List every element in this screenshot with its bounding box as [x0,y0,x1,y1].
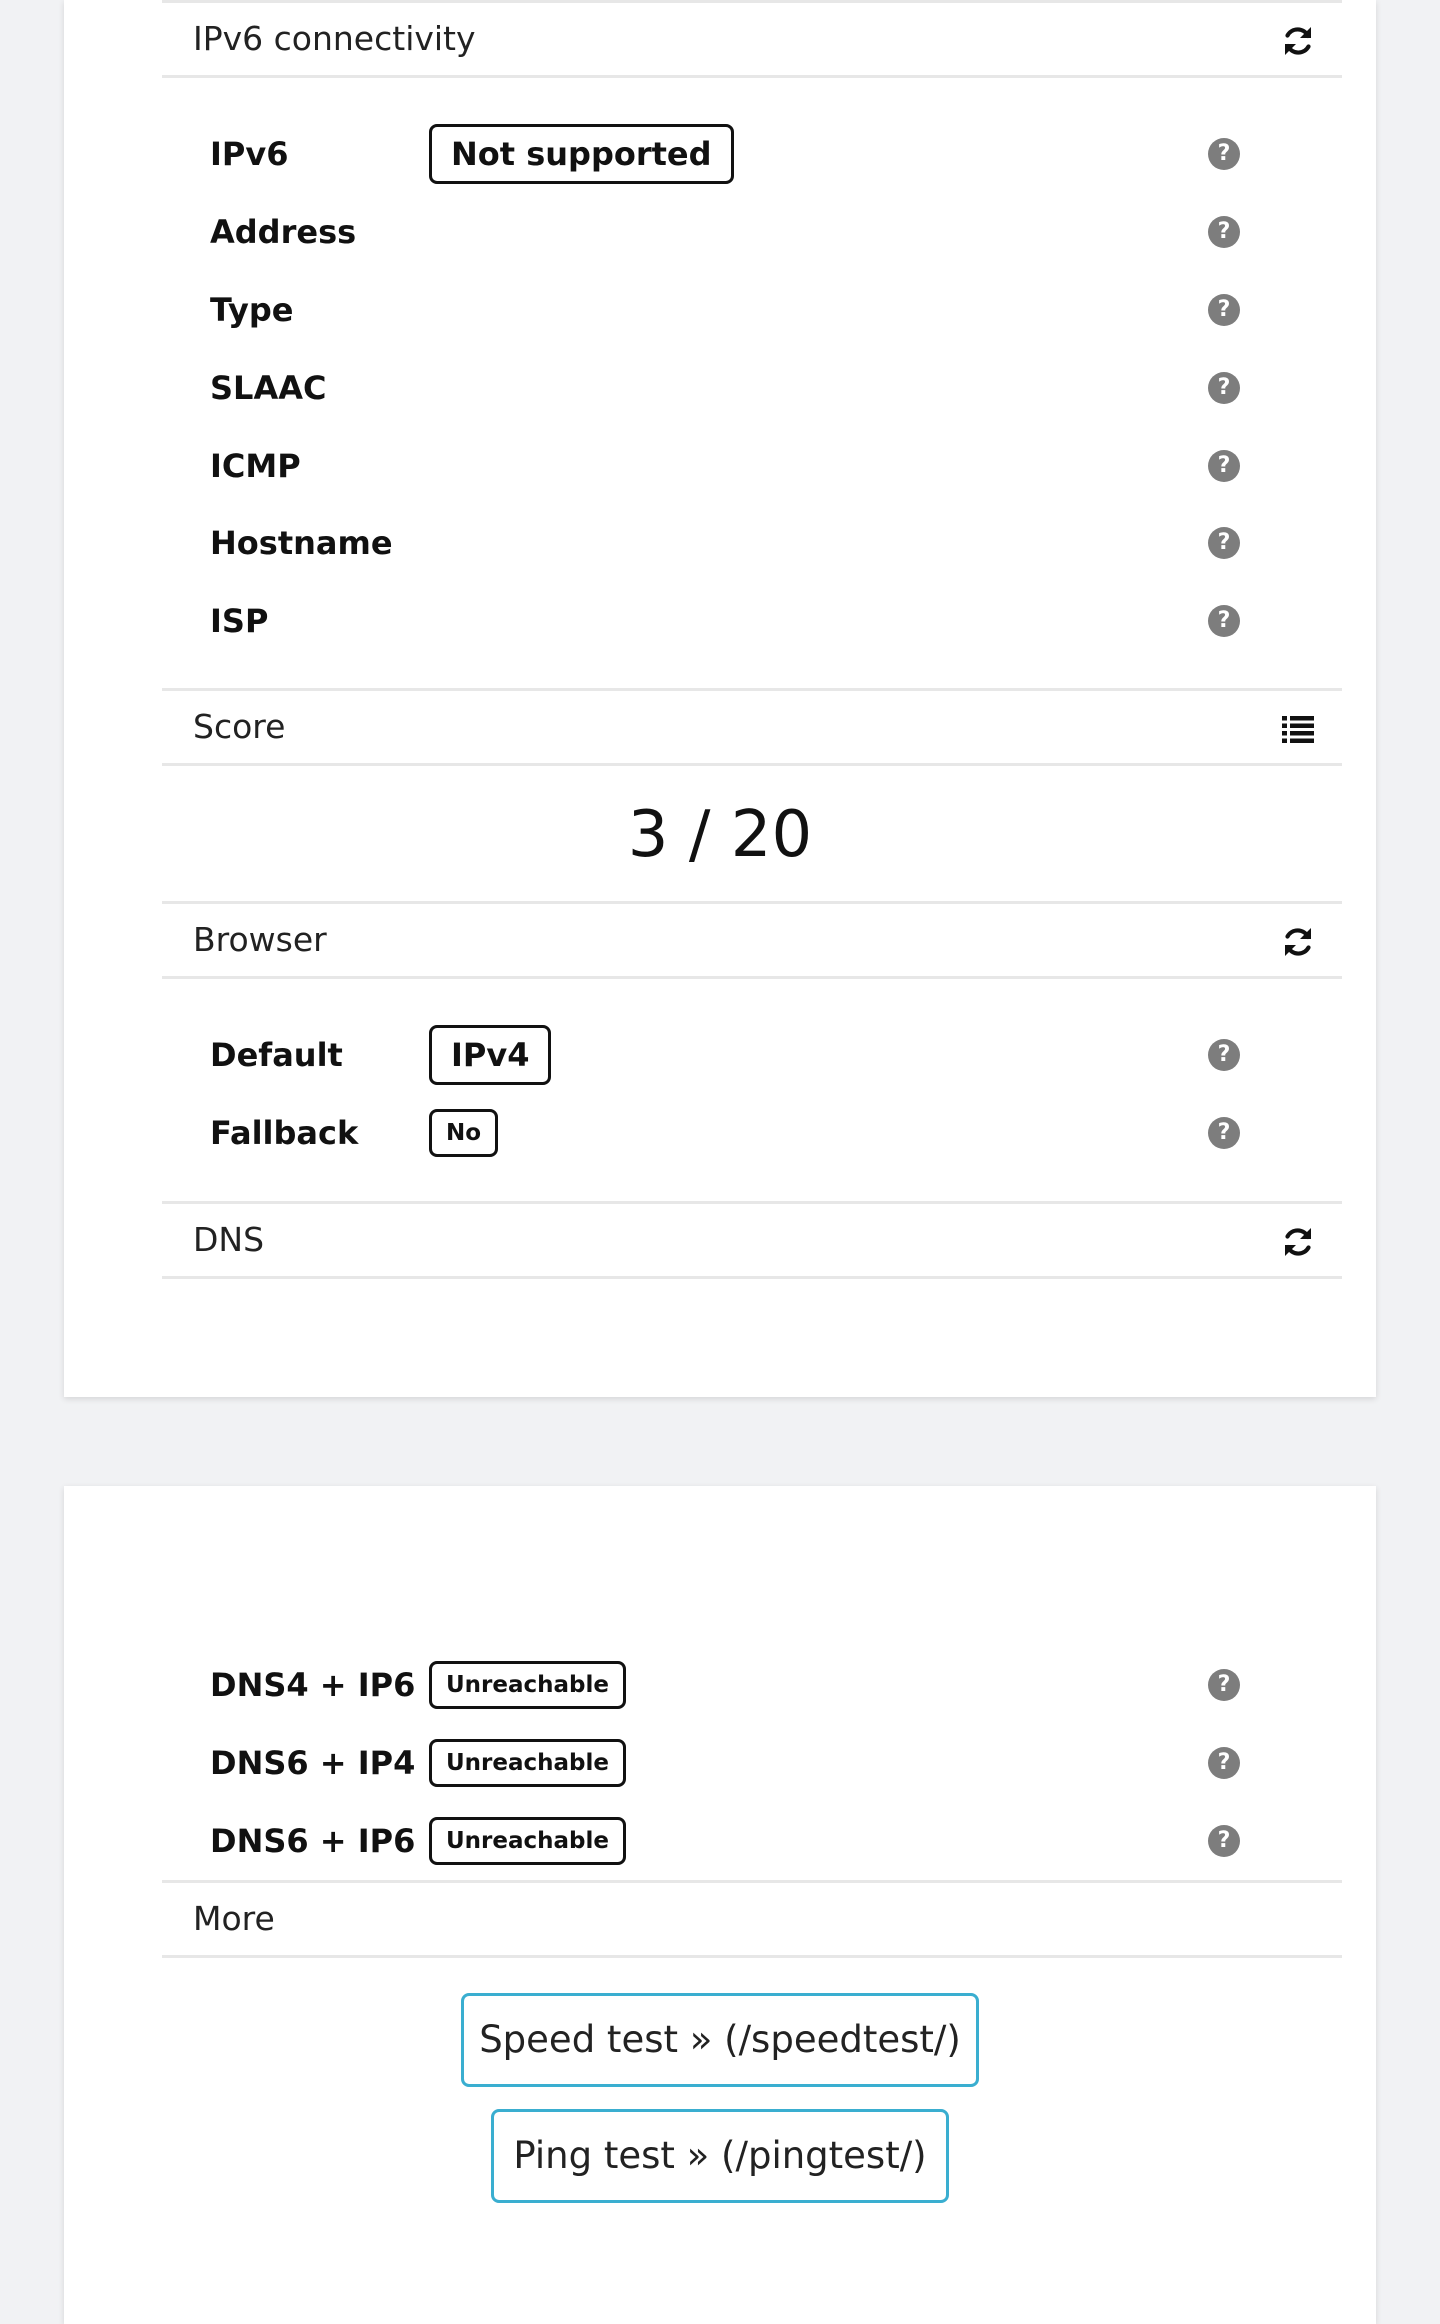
main-card-bottom: DNS4 + IP6 Unreachable ? DNS6 + IP4 Unre… [64,1486,1376,2324]
help-icon[interactable]: ? [1208,216,1240,248]
row-label: Default [210,1036,343,1074]
refresh-icon[interactable] [1280,924,1316,960]
result-row-hostname: Hostname ? [210,513,1270,573]
score-title: Score [193,707,286,746]
help-icon[interactable]: ? [1208,1039,1240,1071]
row-label: Hostname [210,524,393,562]
help-icon[interactable]: ? [1208,1669,1240,1701]
status-badge: Unreachable [429,1739,626,1787]
dns-header: DNS [162,1201,1342,1279]
row-label: SLAAC [210,369,327,407]
row-label: ISP [210,602,269,640]
refresh-icon[interactable] [1280,1224,1316,1260]
status-badge: IPv4 [429,1025,552,1085]
row-label: DNS6 + IP4 [210,1744,416,1782]
dns-title: DNS [193,1220,265,1259]
result-row-type: Type ? [210,280,1270,340]
help-icon[interactable]: ? [1208,605,1240,637]
help-icon[interactable]: ? [1208,138,1240,170]
help-icon[interactable]: ? [1208,527,1240,559]
row-label: IPv6 [210,135,289,173]
help-icon[interactable]: ? [1208,450,1240,482]
browser-title: Browser [193,920,327,959]
result-row-slaac: SLAAC ? [210,358,1270,418]
result-row-address: Address ? [210,202,1270,262]
row-label: ICMP [210,447,301,485]
speed-test-button[interactable]: Speed test » (/speedtest/) [461,1993,979,2087]
score-header: Score [162,688,1342,766]
ping-test-button[interactable]: Ping test » (/pingtest/) [491,2109,949,2203]
refresh-icon[interactable] [1280,23,1316,59]
help-icon[interactable]: ? [1208,294,1240,326]
status-badge: No [429,1109,499,1157]
help-icon[interactable]: ? [1208,1747,1240,1779]
result-row-fallback: Fallback No ? [210,1103,1270,1163]
row-label: Address [210,213,357,251]
result-row-isp: ISP ? [210,591,1270,651]
row-label: DNS4 + IP6 [210,1666,416,1704]
ipv6-connectivity-title: IPv6 connectivity [193,19,476,58]
row-label: DNS6 + IP6 [210,1822,416,1860]
status-badge: Unreachable [429,1661,626,1709]
help-icon[interactable]: ? [1208,372,1240,404]
more-title: More [193,1899,275,1938]
main-card-top: IPv6 connectivity IPv6 Not supported ? A… [64,0,1376,1397]
result-row-dns6-ip4: DNS6 + IP4 Unreachable ? [210,1733,1270,1793]
row-label: Type [210,291,294,329]
status-badge: Not supported [429,124,734,184]
status-badge: Unreachable [429,1817,626,1865]
help-icon[interactable]: ? [1208,1825,1240,1857]
ipv6-connectivity-header: IPv6 connectivity [162,0,1342,78]
result-row-dns6-ip6: DNS6 + IP6 Unreachable ? [210,1811,1270,1871]
score-value: 3 / 20 [627,798,813,872]
row-label: Fallback [210,1114,359,1152]
result-row-dns4-ip6: DNS4 + IP6 Unreachable ? [210,1655,1270,1715]
browser-header: Browser [162,901,1342,979]
result-row-icmp: ICMP ? [210,436,1270,496]
more-header: More [162,1880,1342,1958]
result-row-default: Default IPv4 ? [210,1025,1270,1085]
list-icon[interactable] [1280,711,1316,747]
result-row-ipv6: IPv6 Not supported ? [210,124,1270,184]
help-icon[interactable]: ? [1208,1117,1240,1149]
